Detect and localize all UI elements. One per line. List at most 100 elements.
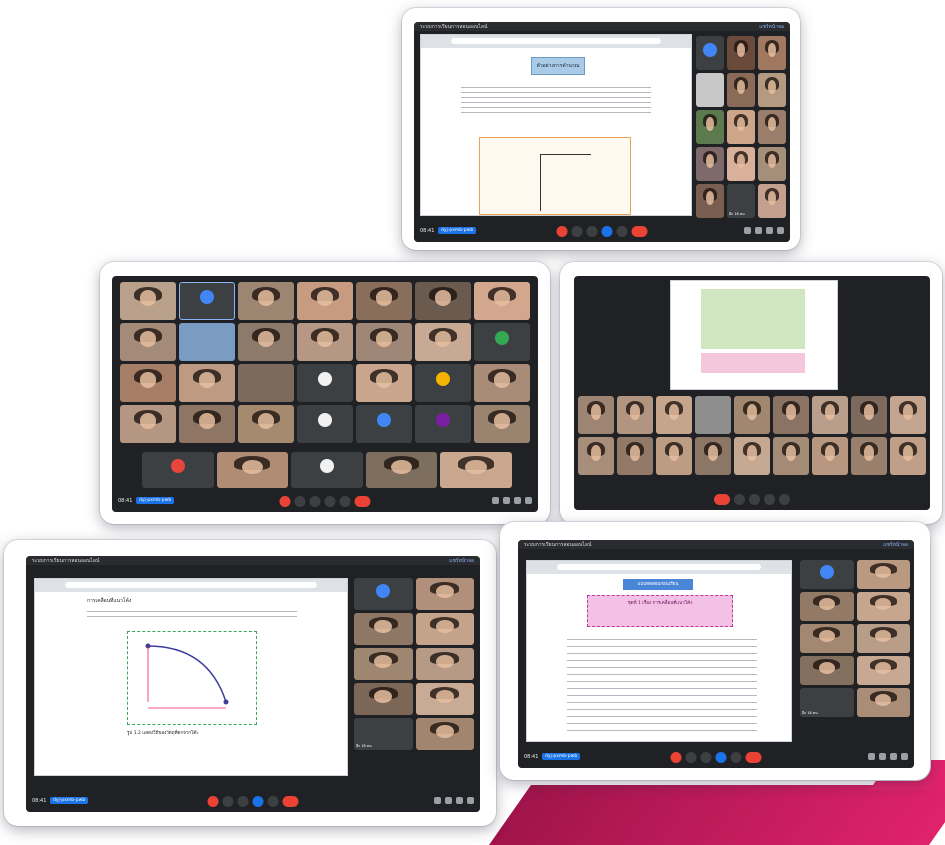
address-bar[interactable] — [65, 582, 317, 588]
participant-tile[interactable] — [365, 452, 438, 488]
participant-tile[interactable] — [734, 396, 770, 434]
participant-tile[interactable] — [474, 282, 530, 320]
participant-tile[interactable] — [238, 323, 294, 361]
participant-tile[interactable] — [890, 437, 926, 475]
participant-tile[interactable] — [851, 396, 887, 434]
participant-tile[interactable] — [415, 683, 474, 715]
participant-tile[interactable] — [354, 613, 413, 645]
participant-tile[interactable] — [440, 452, 512, 488]
participant-tile[interactable] — [617, 396, 653, 434]
mic-icon[interactable] — [749, 494, 760, 505]
participant-tile[interactable] — [851, 437, 887, 475]
participant-tile[interactable] — [617, 437, 653, 475]
end-call-icon[interactable] — [631, 226, 648, 237]
participant-tile[interactable] — [578, 437, 614, 475]
participant-tile[interactable] — [474, 364, 530, 402]
participant-tile[interactable] — [354, 683, 413, 715]
participant-tile[interactable] — [179, 282, 235, 320]
more-icon[interactable] — [779, 494, 790, 505]
participant-tile[interactable] — [758, 147, 786, 181]
camera-icon[interactable] — [222, 796, 234, 807]
participant-tile[interactable] — [727, 73, 755, 107]
activities-icon[interactable] — [777, 227, 784, 234]
participant-tile[interactable] — [354, 578, 413, 610]
mic-icon[interactable] — [279, 496, 291, 507]
participant-tile[interactable] — [695, 437, 731, 475]
participant-tile-more[interactable]: อีก 18 คน — [354, 718, 413, 750]
participant-tile[interactable] — [474, 405, 530, 443]
participant-tile-more[interactable]: อีก 18 คน — [800, 688, 854, 717]
more-icon[interactable] — [616, 226, 628, 237]
participant-tile[interactable] — [297, 282, 353, 320]
participant-tile[interactable] — [758, 110, 786, 144]
participant-tile[interactable] — [758, 36, 786, 70]
info-icon[interactable] — [434, 797, 441, 804]
participant-tile[interactable] — [415, 282, 471, 320]
people-icon[interactable] — [755, 227, 762, 234]
participant-tile[interactable] — [695, 396, 731, 434]
participant-tile[interactable] — [415, 648, 474, 680]
participant-tile[interactable] — [356, 323, 412, 361]
more-icon[interactable] — [267, 796, 279, 807]
participant-tile[interactable] — [758, 73, 786, 107]
participant-tile[interactable] — [696, 184, 724, 218]
participant-tile[interactable] — [356, 364, 412, 402]
participant-tile[interactable] — [758, 184, 786, 218]
share-label[interactable]: แชร์หน้าจอ — [759, 23, 784, 31]
participant-tile[interactable] — [727, 110, 755, 144]
camera-icon[interactable] — [734, 494, 745, 505]
participant-tile[interactable] — [356, 405, 412, 443]
present-icon[interactable] — [324, 496, 336, 507]
mic-icon[interactable] — [207, 796, 219, 807]
participant-tile[interactable] — [773, 396, 809, 434]
participant-tile[interactable] — [238, 282, 294, 320]
participant-tile[interactable] — [354, 648, 413, 680]
activities-icon[interactable] — [467, 797, 474, 804]
address-bar[interactable] — [557, 564, 761, 570]
participant-tile[interactable] — [800, 624, 854, 653]
participant-tile-more[interactable]: อีก 18 คน — [727, 184, 755, 218]
participant-tile[interactable] — [179, 364, 235, 402]
participant-tile[interactable] — [812, 437, 848, 475]
participant-tile[interactable] — [120, 282, 176, 320]
participant-tile[interactable] — [238, 364, 294, 402]
participant-tile[interactable] — [812, 396, 848, 434]
end-call-icon[interactable] — [745, 752, 762, 763]
camera-icon[interactable] — [685, 752, 697, 763]
share-label[interactable]: แชร์หน้าจอ — [883, 541, 908, 549]
participant-tile[interactable] — [773, 437, 809, 475]
info-icon[interactable] — [744, 227, 751, 234]
participant-tile[interactable] — [179, 323, 235, 361]
participant-tile[interactable] — [800, 560, 854, 589]
participant-tile[interactable] — [800, 656, 854, 685]
more-icon[interactable] — [730, 752, 742, 763]
present-icon[interactable] — [715, 752, 727, 763]
participant-tile[interactable] — [216, 452, 289, 488]
participant-tile[interactable] — [578, 396, 614, 434]
participant-tile[interactable] — [656, 437, 692, 475]
participant-tile[interactable] — [856, 592, 910, 621]
people-icon[interactable] — [503, 497, 510, 504]
participant-tile[interactable] — [179, 405, 235, 443]
camera-icon[interactable] — [294, 496, 306, 507]
participant-tile[interactable] — [856, 624, 910, 653]
participant-tile[interactable] — [856, 560, 910, 589]
end-call-icon[interactable] — [714, 494, 730, 505]
mic-icon[interactable] — [670, 752, 682, 763]
participant-tile[interactable] — [415, 578, 474, 610]
hand-icon[interactable] — [309, 496, 321, 507]
participant-tile[interactable] — [800, 592, 854, 621]
participant-tile[interactable] — [415, 613, 474, 645]
participant-tile[interactable] — [415, 364, 471, 402]
participant-tile[interactable] — [297, 405, 353, 443]
participant-tile[interactable] — [120, 323, 176, 361]
end-call-icon[interactable] — [282, 796, 299, 807]
participant-tile[interactable] — [474, 323, 530, 361]
hand-icon[interactable] — [764, 494, 775, 505]
participant-tile[interactable] — [120, 405, 176, 443]
participant-tile[interactable] — [890, 396, 926, 434]
present-icon[interactable] — [252, 796, 264, 807]
present-icon[interactable] — [601, 226, 613, 237]
camera-icon[interactable] — [571, 226, 583, 237]
participant-tile[interactable] — [297, 364, 353, 402]
